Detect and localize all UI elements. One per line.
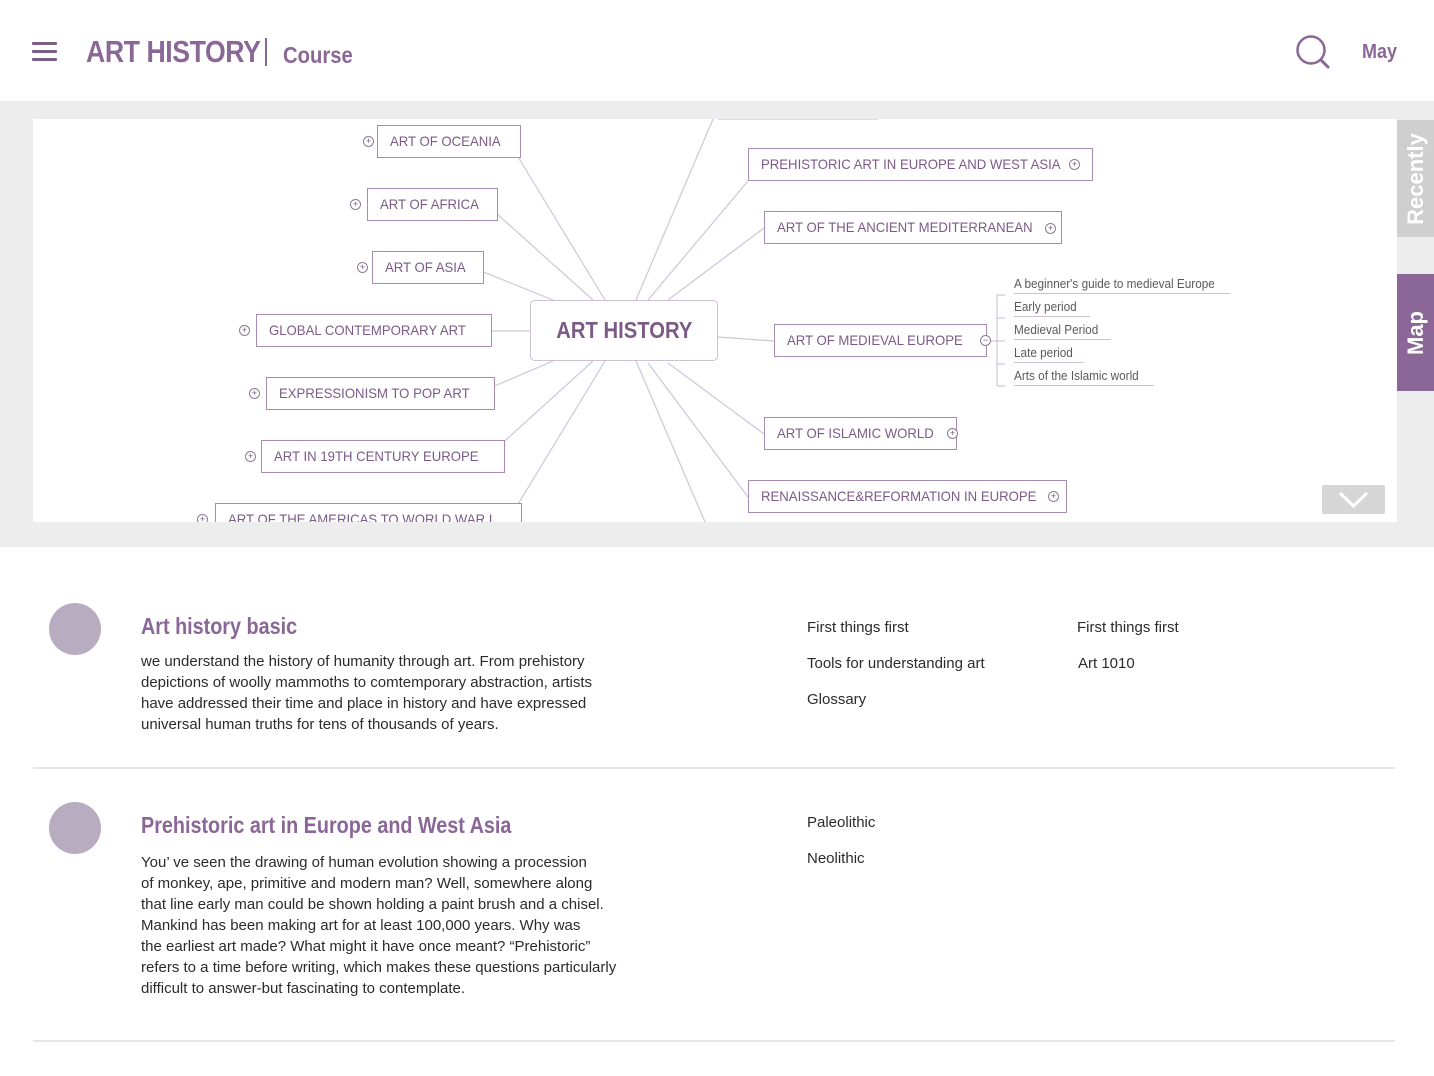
expand-icon[interactable]: +: [947, 428, 958, 439]
lesson-link[interactable]: Art 1010: [1078, 655, 1135, 672]
expand-icon[interactable]: +: [239, 325, 250, 336]
hamburger-menu-icon[interactable]: [32, 40, 57, 62]
description-line: that line early man could be shown holdi…: [141, 896, 604, 913]
map-node-islamic-world[interactable]: ART OF ISLAMIC WORLD: [764, 417, 957, 450]
expand-icon[interactable]: +: [245, 451, 256, 462]
map-subnode-arts-islamic-world[interactable]: Arts of the Islamic world: [1014, 369, 1154, 386]
expand-icon[interactable]: +: [249, 388, 260, 399]
map-subnode-medieval-period[interactable]: Medieval Period: [1014, 323, 1111, 340]
section-description: You’ ve seen the drawing of human evolut…: [141, 852, 661, 999]
expand-icon[interactable]: +: [1048, 491, 1059, 502]
map-node-renaissance-reformation[interactable]: RENAISSANCE&REFORMATION IN EUROPE: [748, 480, 1068, 513]
description-line: depictions of woolly mammoths to comtemp…: [141, 674, 593, 691]
description-line: difficult to answer-but fascinating to c…: [141, 980, 466, 997]
map-node-art-of-oceania[interactable]: ART OF OCEANIA: [377, 125, 521, 158]
map-node-global-contemporary-art[interactable]: GLOBAL CONTEMPORARY ART: [256, 314, 492, 347]
map-node-ancient-mediterranean[interactable]: ART OF THE ANCIENT MEDITERRANEAN: [764, 211, 1063, 244]
tab-map[interactable]: Map: [1397, 274, 1434, 391]
map-node-art-of-asia[interactable]: ART OF ASIA: [372, 251, 484, 284]
map-node-center[interactable]: ART HISTORY: [530, 300, 718, 361]
tab-recently[interactable]: Recently: [1397, 120, 1434, 237]
description-line: universal human truths for tens of thous…: [141, 716, 499, 733]
map-node-art-of-africa[interactable]: ART OF AFRICA: [367, 188, 499, 221]
expand-icon[interactable]: +: [197, 514, 208, 522]
title-divider: [265, 38, 267, 66]
description-line: You’ ve seen the drawing of human evolut…: [141, 854, 587, 871]
description-line: of monkey, ape, primitive and modern man…: [141, 875, 593, 892]
chevron-down-icon: [1338, 491, 1369, 509]
expand-icon[interactable]: +: [363, 136, 374, 147]
section-bullet-icon: [49, 603, 101, 655]
collapse-icon[interactable]: −: [980, 335, 991, 346]
map-node-prehistoric-art[interactable]: PREHISTORIC ART IN EUROPE AND WEST ASIA: [748, 148, 1093, 181]
user-name[interactable]: May: [1362, 41, 1397, 64]
expand-icon[interactable]: +: [1045, 223, 1056, 234]
expand-icon[interactable]: +: [350, 199, 361, 210]
map-subnode-early-period[interactable]: Early period: [1014, 300, 1090, 317]
description-line: the earliest art made? What might it hav…: [141, 938, 591, 955]
mind-map-canvas[interactable]: ART HISTORY ART OF OCEANIA + ART OF AFRI…: [33, 119, 1397, 522]
app-title: ART HISTORY: [86, 34, 261, 69]
expand-icon[interactable]: +: [1069, 159, 1080, 170]
map-node-expressionism-to-pop-art[interactable]: EXPRESSIONISM TO POP ART: [266, 377, 495, 410]
map-node-art-in-19th-century-europe[interactable]: ART IN 19TH CENTURY EUROPE: [261, 440, 505, 473]
course-section-art-history-basic: Art history basic we understand the hist…: [33, 570, 1395, 769]
description-line: refers to a time before writing, which m…: [141, 959, 617, 976]
lesson-link[interactable]: Neolithic: [807, 850, 865, 867]
description-line: we understand the history of humanity th…: [141, 653, 585, 670]
description-line: Mankind has been making art for at least…: [141, 917, 581, 934]
course-section-prehistoric-art: Prehistoric art in Europe and West Asia …: [33, 769, 1395, 1042]
scroll-down-button[interactable]: [1322, 485, 1385, 514]
lesson-link[interactable]: Glossary: [807, 691, 866, 708]
lesson-link[interactable]: Paleolithic: [807, 814, 875, 831]
map-node-art-of-the-americas[interactable]: ART OF THE AMERICAS TO WORLD WAR I: [215, 503, 523, 522]
description-line: have addressed their time and place in h…: [141, 695, 587, 712]
section-description: we understand the history of humanity th…: [141, 651, 641, 735]
search-icon[interactable]: [1295, 34, 1331, 70]
lesson-link[interactable]: Tools for understanding art: [807, 655, 985, 672]
map-subnode-late-period[interactable]: Late period: [1014, 346, 1084, 363]
lesson-link[interactable]: First things first: [807, 619, 909, 636]
expand-icon[interactable]: +: [357, 262, 368, 273]
map-subnode-beginners-guide[interactable]: A beginner's guide to medieval Europe: [1014, 277, 1230, 294]
section-title[interactable]: Art history basic: [141, 613, 297, 640]
app-header: ART HISTORY Course May: [0, 0, 1434, 101]
section-bullet-icon: [49, 802, 101, 854]
lesson-link[interactable]: First things first: [1077, 619, 1179, 636]
map-node-medieval-europe[interactable]: ART OF MEDIEVAL EUROPE: [774, 324, 987, 357]
app-subtitle: Course: [283, 42, 353, 68]
section-title[interactable]: Prehistoric art in Europe and West Asia: [141, 812, 511, 839]
